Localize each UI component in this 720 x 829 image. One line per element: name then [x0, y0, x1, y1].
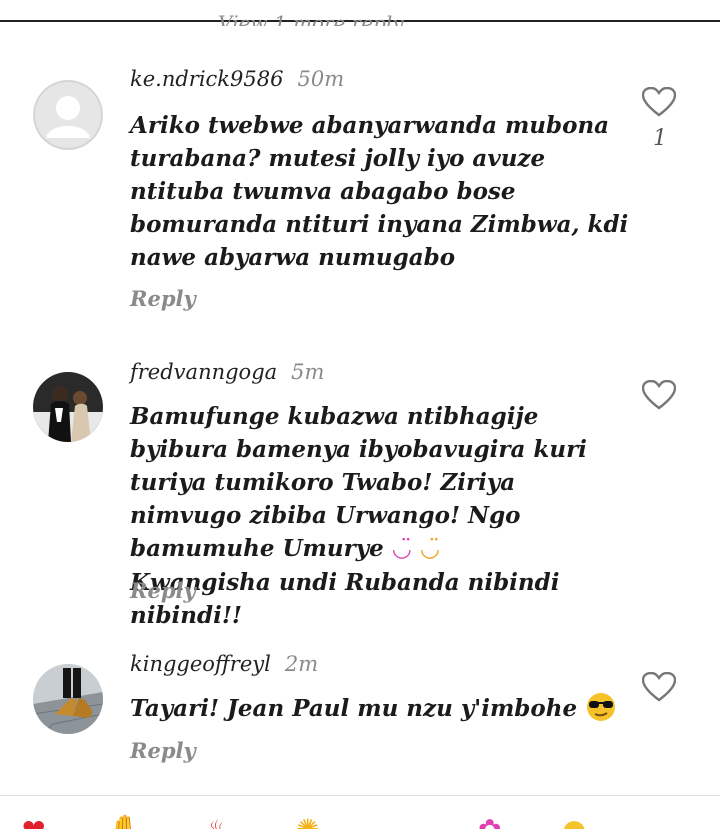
username[interactable]: fredvanngoga [130, 360, 277, 384]
smile-emoji-icon[interactable]: ● [562, 816, 586, 829]
avatar[interactable] [33, 664, 103, 734]
username[interactable]: kinggeoffreyl [130, 652, 271, 676]
timestamp: 5m [291, 360, 325, 384]
comment-text: Tayari! Jean Paul mu nzu y'imbohe [130, 692, 650, 726]
smile-emoji-icon: ◡̈ [391, 536, 412, 562]
timestamp: 50m [297, 67, 345, 91]
reply-button[interactable]: Reply [130, 578, 196, 603]
fire-emoji-icon[interactable]: ♨ [205, 816, 230, 829]
reaction-bar: ❤ ✋ ♨ ✺ ✿ ● [0, 795, 720, 829]
reply-button[interactable]: Reply [130, 738, 196, 763]
wink-emoji-icon: ◡̈ [419, 536, 440, 562]
like-heart-icon[interactable] [641, 671, 678, 704]
like-count: 1 [653, 126, 667, 151]
comment-header: kinggeoffreyl 2m [130, 652, 318, 676]
like-heart-icon[interactable] [641, 379, 678, 412]
username[interactable]: ke.ndrick9586 [130, 67, 283, 91]
avatar[interactable] [33, 372, 103, 442]
reply-button[interactable]: Reply [130, 286, 196, 311]
sparkle-emoji-icon[interactable]: ✺ [296, 816, 319, 829]
comment-text-body: Bamufunge kubazwa ntibhagije byibura bam… [130, 403, 587, 562]
boots-photo-avatar [33, 664, 103, 734]
comment-text: Bamufunge kubazwa ntibhagije byibura bam… [130, 400, 630, 632]
comment-header: fredvanngoga 5m [130, 360, 324, 384]
party-emoji-icon[interactable]: ✿ [478, 816, 501, 829]
sunglasses-emoji-icon [585, 693, 617, 722]
comment-text: Ariko twebwe abanyarwanda mubona turaban… [130, 112, 629, 271]
heart-emoji-icon[interactable]: ❤ [22, 816, 45, 829]
default-avatar-icon [33, 80, 103, 150]
like-heart-icon[interactable] [641, 86, 678, 119]
avatar[interactable] [33, 80, 103, 150]
comment-text-body: Tayari! Jean Paul mu nzu y'imbohe [130, 695, 578, 722]
couple-photo-avatar [33, 372, 103, 442]
hands-emoji-icon[interactable]: ✋ [108, 816, 143, 829]
timestamp: 2m [284, 652, 319, 676]
view-more-replies-link[interactable]: View 1 more reply [218, 8, 404, 26]
comment-header: ke.ndrick9586 50m [130, 67, 344, 91]
